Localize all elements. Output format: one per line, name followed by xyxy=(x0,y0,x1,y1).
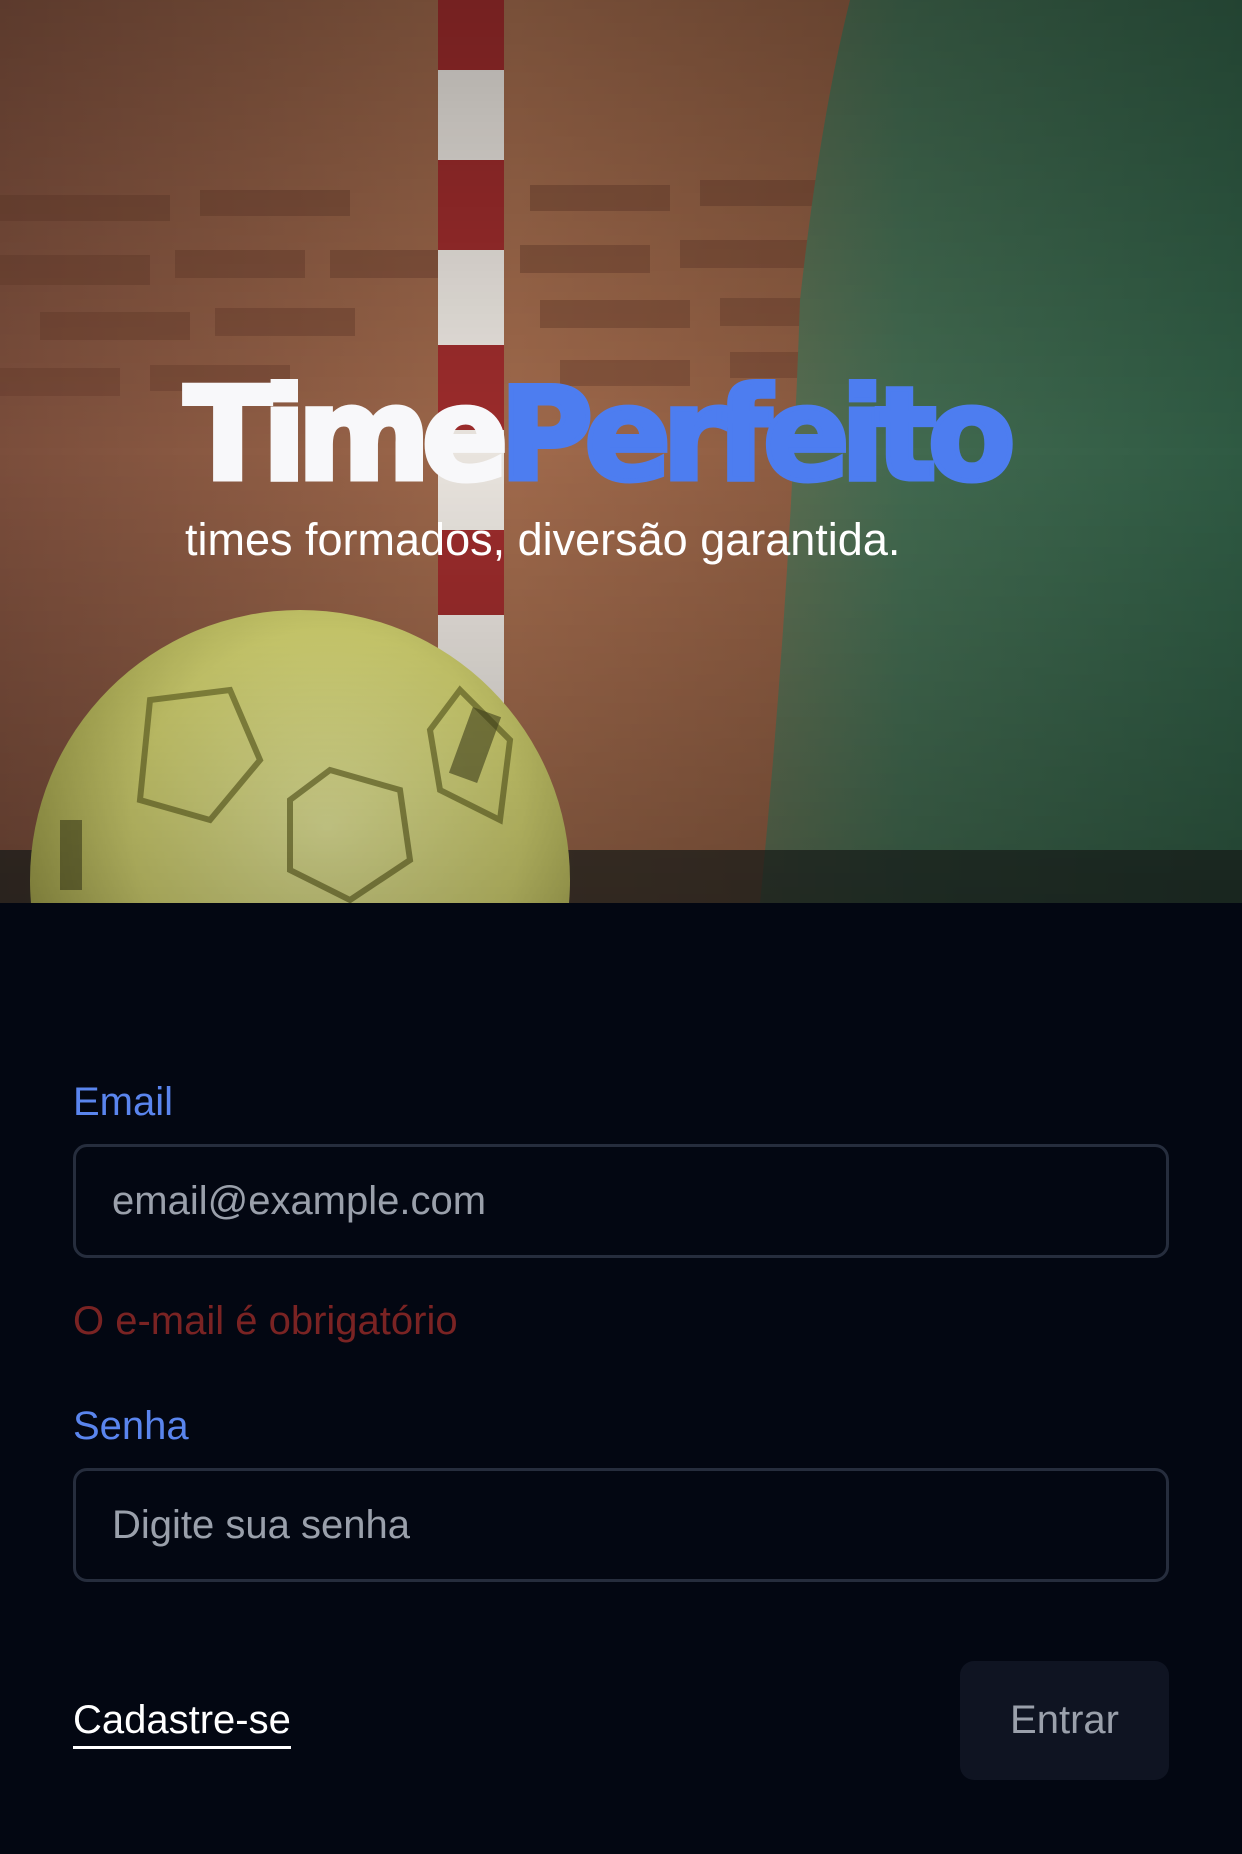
login-form: Email O e-mail é obrigatório Senha Cadas… xyxy=(0,903,1242,1854)
email-error-message: O e-mail é obrigatório xyxy=(73,1299,458,1343)
email-label: Email xyxy=(73,1080,174,1124)
app-logo: TimePerfeito xyxy=(181,369,1018,502)
login-button[interactable]: Entrar xyxy=(960,1661,1169,1780)
logo-perfeito-text: Perfeito xyxy=(497,361,1018,510)
email-input[interactable] xyxy=(73,1144,1169,1258)
password-label: Senha xyxy=(73,1404,189,1448)
password-input[interactable] xyxy=(73,1468,1169,1582)
hero-section: TimePerfeito times formados, diversão ga… xyxy=(0,0,1242,903)
logo-time-text: Time xyxy=(181,361,510,510)
signup-link[interactable]: Cadastre-se xyxy=(73,1697,291,1749)
tagline: times formados, diversão garantida. xyxy=(185,514,901,565)
